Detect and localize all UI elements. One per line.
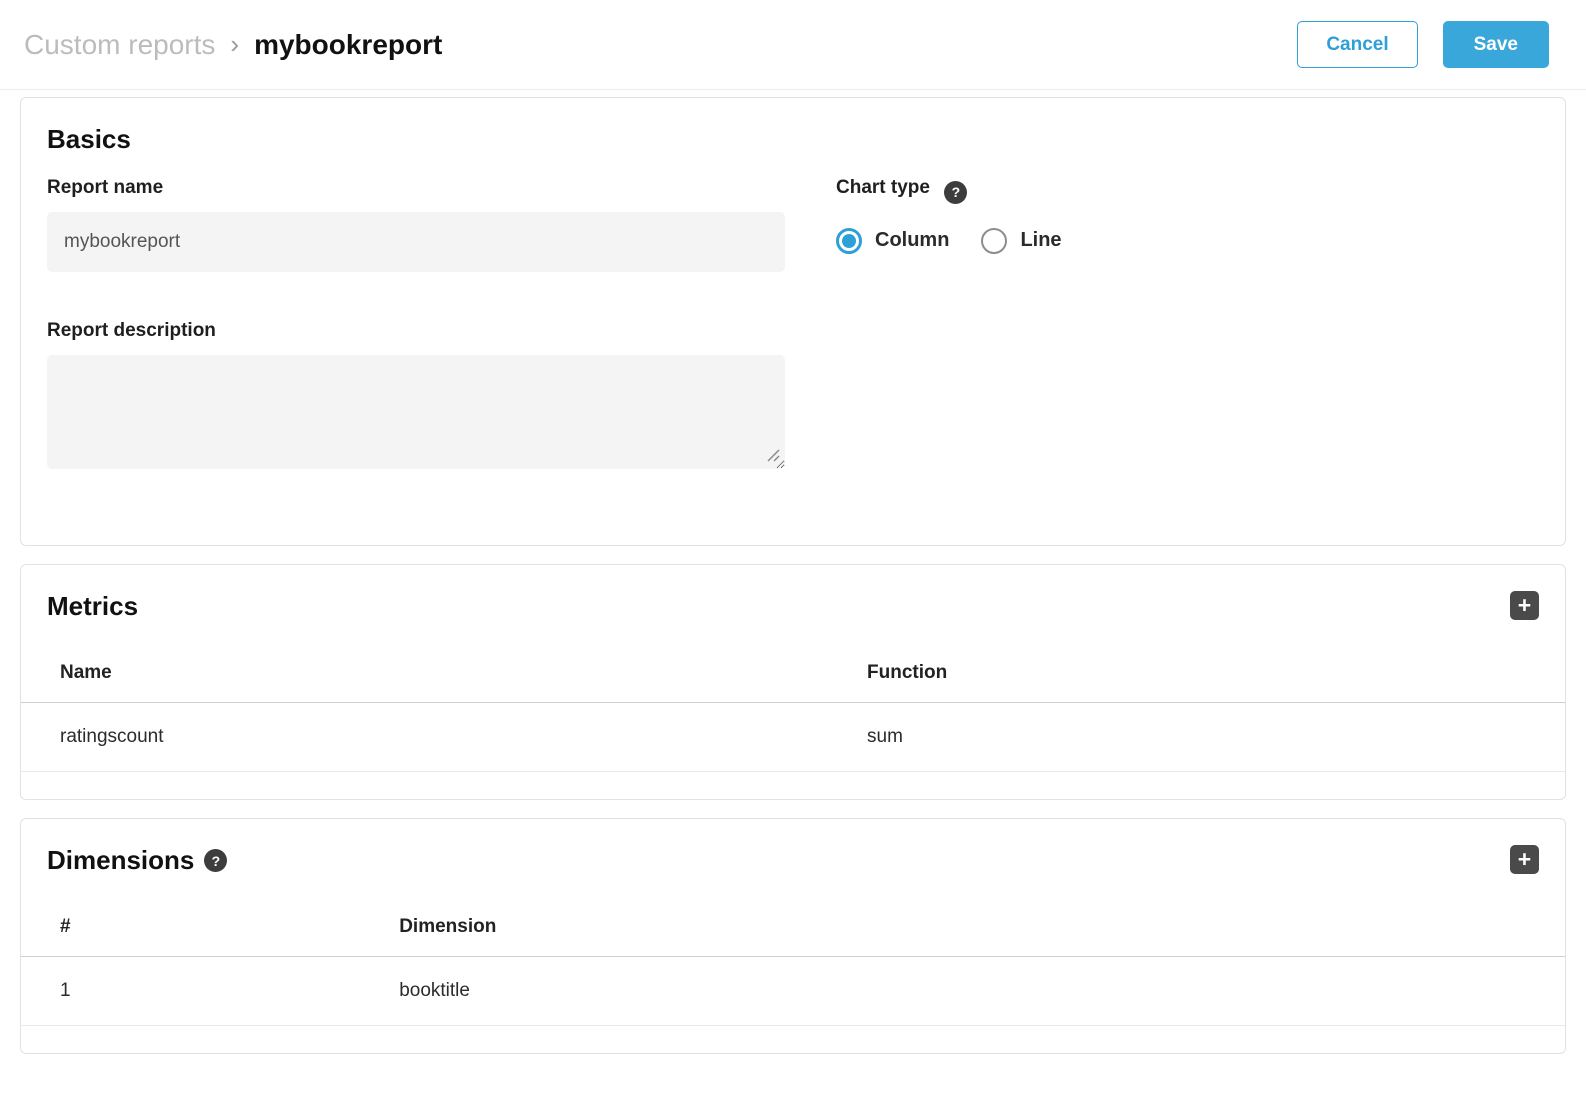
dimensions-card-header: Dimensions ? + (21, 819, 1565, 876)
metrics-card-header: Metrics + (21, 565, 1565, 622)
dimensions-table: # Dimension 1 booktitle (21, 902, 1565, 1026)
basics-right-column: Chart type ? Column Line (836, 177, 1062, 469)
dimensions-help-icon[interactable]: ? (204, 849, 227, 872)
cancel-button[interactable]: Cancel (1297, 21, 1417, 68)
basics-left-column: Report name Report description (47, 177, 785, 469)
breadcrumb-current: mybookreport (254, 29, 442, 61)
dimensions-card: Dimensions ? + # Dimension 1 booktitle (20, 818, 1566, 1054)
basics-grid: Report name Report description Chart typ… (47, 177, 1539, 469)
dimension-index-cell: 1 (21, 957, 379, 1026)
chart-type-radio-group: Column Line (836, 228, 1062, 254)
metric-name-cell: ratingscount (21, 703, 847, 772)
radio-selected-icon (836, 228, 862, 254)
add-metric-button[interactable]: + (1510, 591, 1539, 620)
report-description-label: Report description (47, 320, 785, 342)
chart-type-column-radio[interactable]: Column (836, 228, 949, 254)
dimension-name-cell: booktitle (379, 957, 1565, 1026)
report-name-input[interactable] (47, 212, 785, 272)
dimensions-col-dimension: Dimension (379, 902, 1565, 957)
add-dimension-button[interactable]: + (1510, 845, 1539, 874)
chevron-right-icon: › (230, 29, 239, 60)
chart-type-column-label: Column (875, 229, 949, 252)
chart-type-line-label: Line (1020, 229, 1061, 252)
top-bar: Custom reports › mybookreport Cancel Sav… (0, 0, 1586, 90)
radio-unselected-icon (981, 228, 1007, 254)
report-description-wrap (47, 355, 785, 469)
metrics-table: Name Function ratingscount sum (21, 648, 1565, 772)
metrics-col-name: Name (21, 648, 847, 703)
header-actions: Cancel Save (1297, 21, 1549, 68)
metric-function-cell: sum (847, 703, 1565, 772)
dimensions-title-row: Dimensions ? (47, 845, 227, 876)
metrics-header-row: Name Function (21, 648, 1565, 703)
metrics-col-function: Function (847, 648, 1565, 703)
chart-type-label: Chart type (836, 177, 930, 198)
chart-type-line-radio[interactable]: Line (981, 228, 1061, 254)
metrics-title-row: Metrics (47, 591, 138, 622)
dimension-row[interactable]: 1 booktitle (21, 957, 1565, 1026)
metric-row[interactable]: ratingscount sum (21, 703, 1565, 772)
report-name-label: Report name (47, 177, 785, 199)
chart-type-header: Chart type ? (836, 177, 1062, 204)
basics-title: Basics (47, 124, 1539, 155)
chart-type-help-icon[interactable]: ? (944, 181, 967, 204)
report-description-input[interactable] (47, 355, 785, 469)
dimensions-col-index: # (21, 902, 379, 957)
report-editor: Basics Report name Report description Ch… (0, 90, 1586, 1092)
save-button[interactable]: Save (1443, 21, 1549, 68)
breadcrumb: Custom reports › mybookreport (24, 29, 442, 61)
dimensions-title: Dimensions (47, 845, 194, 876)
metrics-title: Metrics (47, 591, 138, 622)
breadcrumb-parent[interactable]: Custom reports (24, 29, 215, 61)
metrics-card: Metrics + Name Function ratingscount sum (20, 564, 1566, 800)
dimensions-header-row: # Dimension (21, 902, 1565, 957)
basics-card: Basics Report name Report description Ch… (20, 97, 1566, 546)
